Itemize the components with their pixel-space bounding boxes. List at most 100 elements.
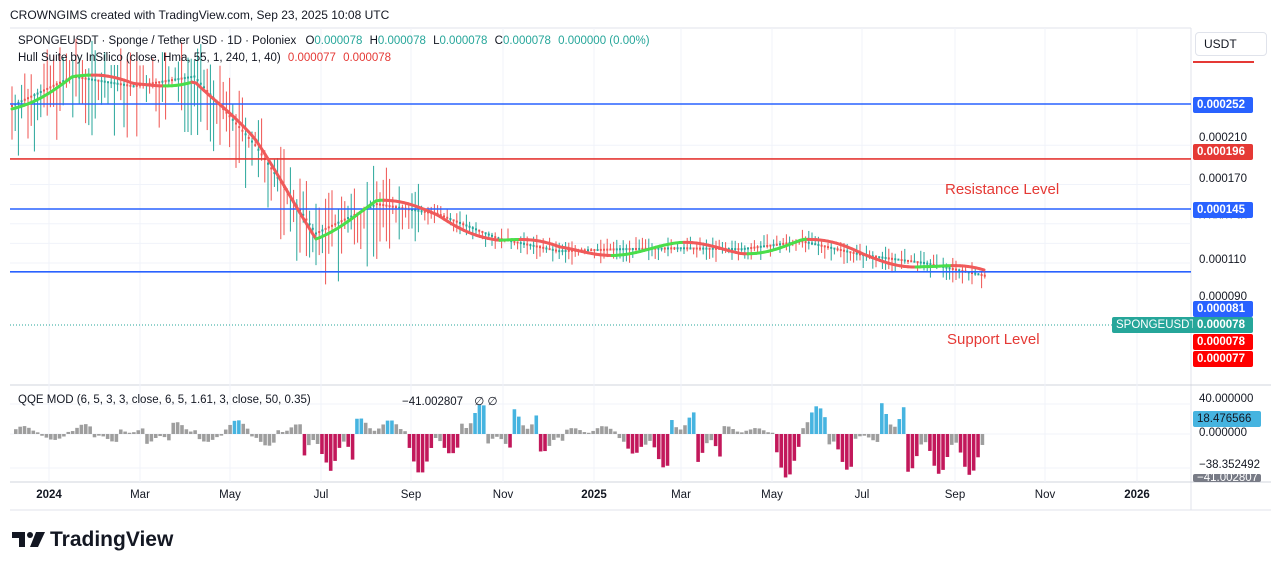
qqe-bar — [276, 430, 281, 434]
qqe-bar — [652, 434, 657, 448]
tradingview-logo[interactable]: TradingView — [12, 528, 173, 552]
qqe-bar — [573, 428, 578, 434]
qqe-bar — [307, 434, 311, 446]
qqe-bar — [503, 434, 508, 444]
qqe-bar — [280, 431, 285, 434]
qqe-bar — [950, 434, 954, 445]
price-tick: 0.000170 — [1199, 173, 1247, 185]
candle-body — [190, 76, 193, 79]
candle-body — [740, 248, 743, 251]
candle-body — [628, 248, 631, 251]
candle-body — [391, 205, 394, 208]
candle-body — [84, 77, 87, 80]
candle-body — [94, 79, 97, 82]
candle-body — [625, 248, 628, 251]
hull-legend[interactable]: Hull Suite by InSilico (close, Hma, 55, … — [18, 52, 391, 64]
candle-body — [907, 259, 909, 262]
qqe-tick-zero: 0.000000 — [1199, 427, 1247, 439]
qqe-bar — [827, 434, 832, 445]
qqe-positive-badge: 18.476566 — [1193, 411, 1261, 427]
qqe-bar — [486, 434, 490, 444]
qqe-bar — [315, 434, 320, 444]
qqe-bar — [753, 428, 757, 434]
qqe-bar — [521, 425, 525, 434]
candle-body — [155, 81, 157, 84]
high-value: 0.000078 — [377, 35, 426, 47]
qqe-bar — [272, 434, 276, 443]
qqe-bar — [814, 406, 818, 434]
qqe-bar — [53, 434, 57, 440]
candle-body — [318, 231, 321, 234]
candle-body — [903, 259, 906, 262]
candle-body — [683, 247, 685, 250]
qqe-bar — [525, 428, 530, 434]
candle-body — [884, 256, 887, 259]
close-label: C — [494, 35, 503, 47]
candle-body — [327, 226, 330, 229]
candle-body — [983, 274, 986, 277]
candle-body — [913, 260, 916, 263]
candle-body — [545, 247, 548, 250]
qqe-bar — [438, 434, 442, 442]
candle-body — [734, 248, 737, 251]
candle-body — [839, 249, 842, 252]
candle-body — [97, 79, 100, 82]
qqe-bar — [530, 424, 534, 434]
qqe-bar — [661, 434, 665, 468]
candle-body — [465, 224, 468, 227]
qqe-bar — [407, 434, 412, 448]
hull-segment — [978, 267, 986, 272]
qqe-bar — [18, 426, 22, 434]
candle-body — [743, 247, 746, 250]
time-label: Jul — [313, 489, 329, 501]
candle-body — [830, 246, 833, 249]
qqe-bar — [810, 412, 814, 434]
high-label: H — [369, 35, 378, 47]
qqe-bar — [945, 434, 950, 457]
candle-body — [193, 75, 196, 78]
candle-body — [55, 83, 58, 86]
candle-body — [36, 92, 39, 95]
candle-body — [593, 249, 596, 252]
qqe-bar — [202, 434, 206, 442]
tradingview-logo-icon — [12, 532, 45, 547]
candle-body — [782, 242, 785, 245]
candle-body — [695, 247, 698, 250]
time-label: May — [219, 489, 241, 501]
candle-body — [702, 247, 705, 250]
hull-value-2: 0.000078 — [343, 52, 392, 64]
candle-body — [449, 218, 452, 221]
price-candles — [11, 38, 986, 289]
qqe-bar — [298, 424, 302, 434]
candle-body — [343, 218, 346, 221]
open-value: 0.000078 — [314, 35, 363, 47]
qqe-bar — [858, 434, 862, 437]
candle-body — [446, 216, 449, 219]
candle-body — [827, 246, 829, 249]
candle-body — [494, 236, 497, 239]
candle-body — [452, 219, 455, 222]
qqe-bar — [761, 430, 766, 434]
qqe-bar — [267, 434, 272, 446]
candle-body — [174, 78, 177, 81]
qqe-bar — [127, 432, 132, 434]
qqe-bar — [643, 434, 648, 445]
candle-body — [823, 245, 826, 248]
qqe-bar — [600, 426, 604, 434]
qqe-bar — [254, 434, 259, 438]
qqe-bar — [932, 434, 937, 466]
qqe-legend-name[interactable]: QQE MOD (6, 5, 3, 3, close, 6, 5, 1.61, … — [18, 394, 311, 406]
qqe-bar — [508, 434, 512, 448]
qqe-bar — [193, 430, 197, 434]
change-value: 0.000000 (0.00%) — [558, 35, 650, 47]
currency-button[interactable]: USDT — [1195, 32, 1267, 56]
candle-body — [382, 204, 385, 207]
candle-body — [699, 247, 701, 250]
candle-body — [116, 82, 119, 85]
qqe-bar — [849, 434, 853, 467]
qqe-bar — [48, 434, 53, 440]
qqe-bar — [665, 434, 670, 466]
candle-body — [622, 248, 625, 251]
symbol-legend[interactable]: SPONGEUSDT · Sponge / Tether USD · 1D · … — [18, 35, 650, 47]
candle-body — [331, 224, 333, 227]
